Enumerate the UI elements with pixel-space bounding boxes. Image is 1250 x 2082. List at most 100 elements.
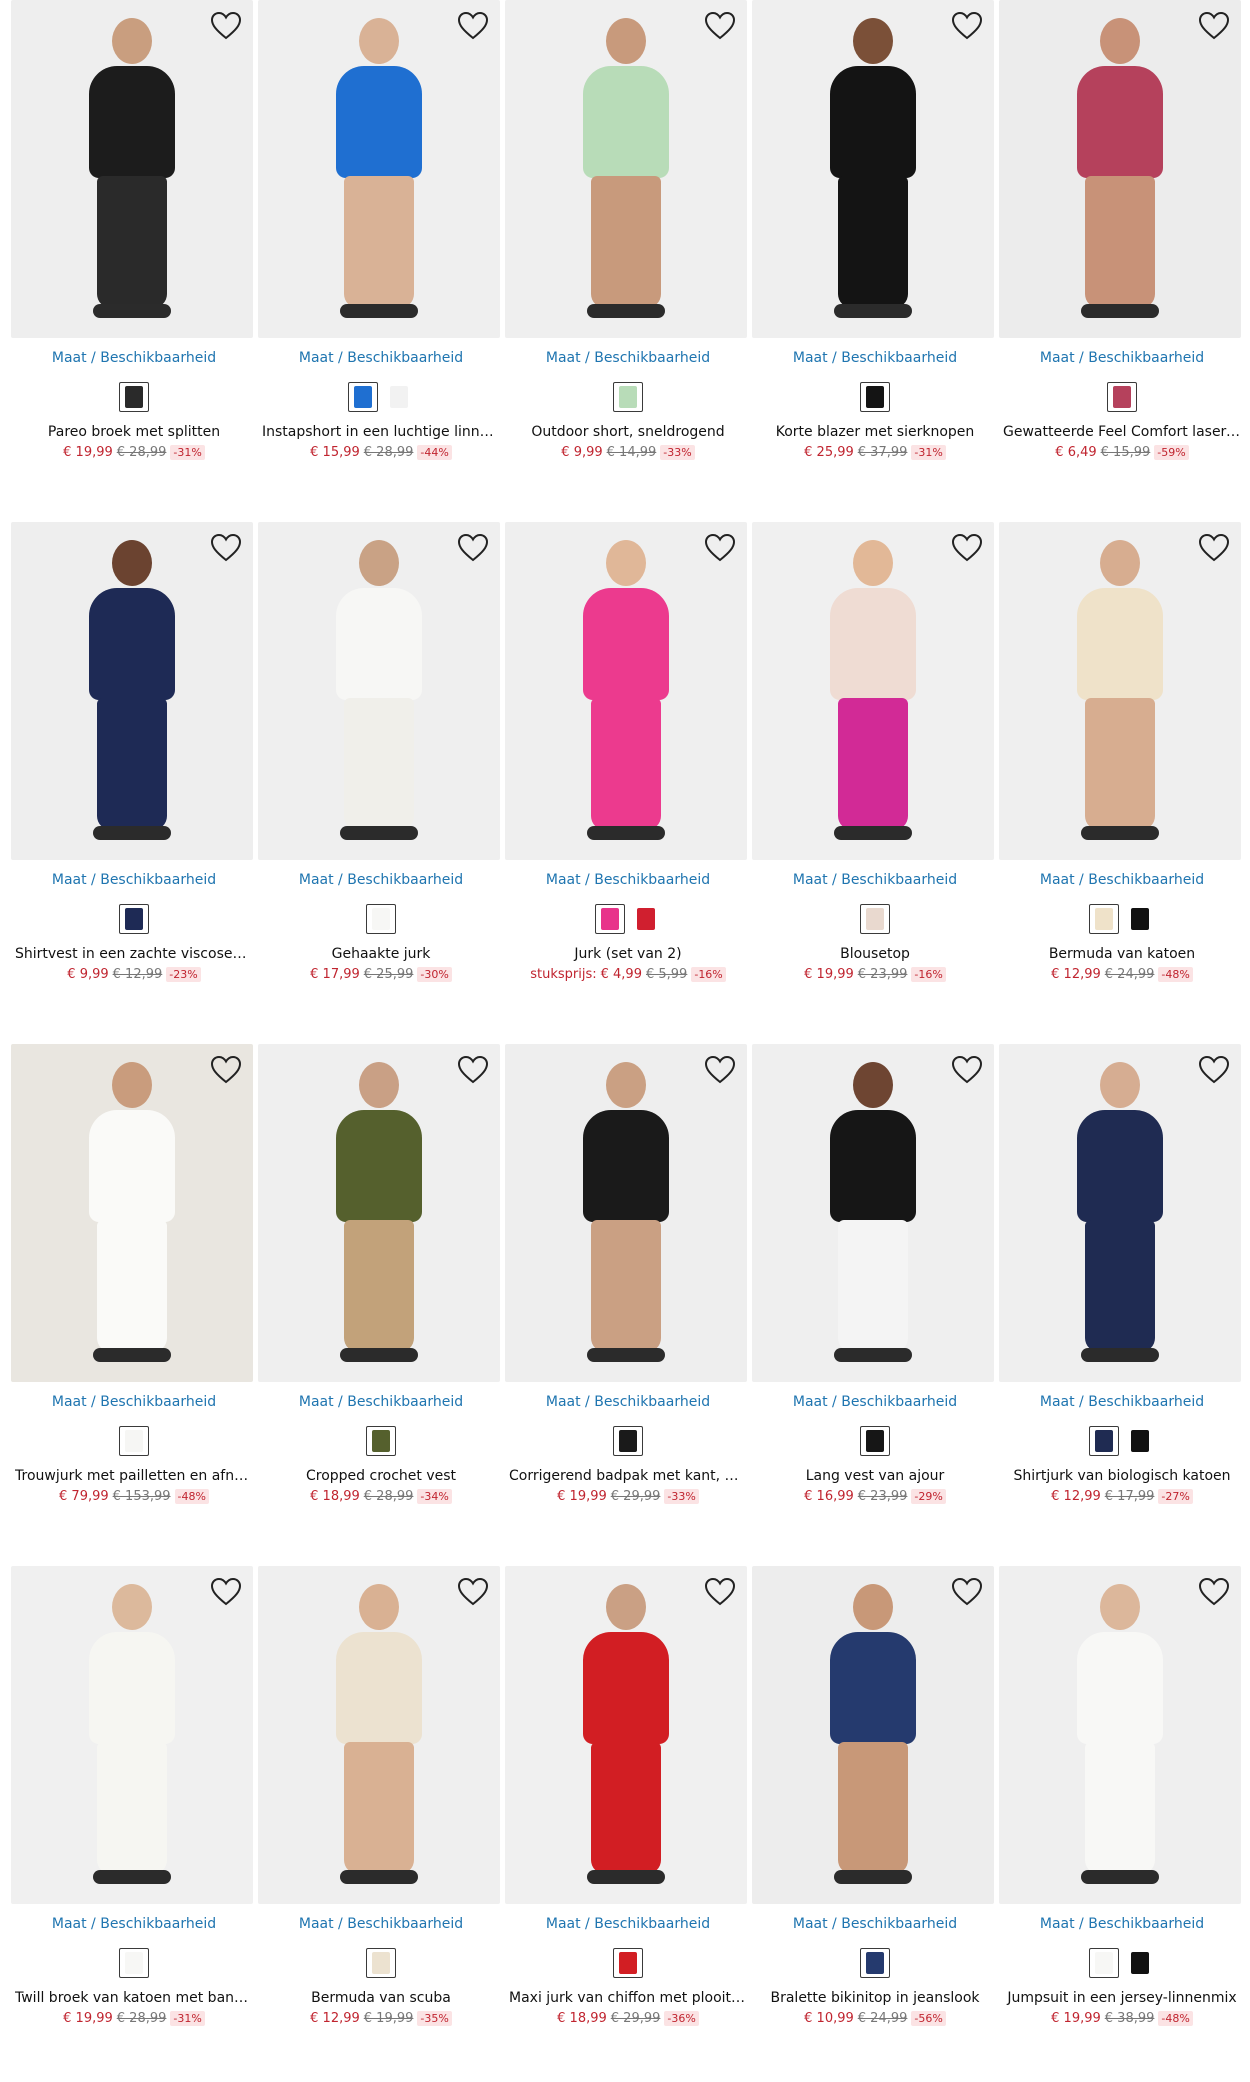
product-image[interactable]: [258, 0, 500, 338]
wishlist-button[interactable]: [950, 532, 984, 564]
product-title[interactable]: Shirtjurk van biologisch katoen: [1003, 1468, 1241, 1484]
wishlist-button[interactable]: [456, 1576, 490, 1608]
product-card[interactable]: Maat / Beschikbaarheid Bermuda van scuba…: [258, 1566, 504, 2036]
product-card[interactable]: Maat / Beschikbaarheid Shirtjurk van bio…: [999, 1044, 1245, 1514]
product-card[interactable]: Maat / Beschikbaarheid Jumpsuit in een j…: [999, 1566, 1245, 2036]
product-title[interactable]: Corrigerend badpak met kant, medium shap…: [509, 1468, 747, 1484]
product-title[interactable]: Bermuda van scuba: [262, 1990, 500, 2006]
product-card[interactable]: Maat / Beschikbaarheid Shirtvest in een …: [11, 522, 257, 992]
product-image[interactable]: [752, 522, 994, 860]
size-availability-link[interactable]: Maat / Beschikbaarheid: [999, 1394, 1245, 1410]
color-swatch[interactable]: [1125, 1426, 1155, 1456]
size-availability-link[interactable]: Maat / Beschikbaarheid: [505, 350, 751, 366]
size-availability-link[interactable]: Maat / Beschikbaarheid: [999, 872, 1245, 888]
product-image[interactable]: [999, 1044, 1241, 1382]
product-title[interactable]: Bralette bikinitop in jeanslook: [756, 1990, 994, 2006]
color-swatch[interactable]: [1089, 904, 1119, 934]
size-availability-link[interactable]: Maat / Beschikbaarheid: [258, 872, 504, 888]
size-availability-link[interactable]: Maat / Beschikbaarheid: [505, 1916, 751, 1932]
size-availability-link[interactable]: Maat / Beschikbaarheid: [11, 872, 257, 888]
color-swatch[interactable]: [1107, 382, 1137, 412]
product-card[interactable]: Maat / Beschikbaarheid Lang vest van ajo…: [752, 1044, 998, 1514]
color-swatch[interactable]: [595, 904, 625, 934]
product-image[interactable]: [505, 522, 747, 860]
product-card[interactable]: Maat / Beschikbaarheid Maxi jurk van chi…: [505, 1566, 751, 2036]
product-card[interactable]: Maat / Beschikbaarheid Corrigerend badpa…: [505, 1044, 751, 1514]
product-card[interactable]: Maat / Beschikbaarheid Blousetop € 19,99…: [752, 522, 998, 992]
product-title[interactable]: Maxi jurk van chiffon met plooitjes: [509, 1990, 747, 2006]
wishlist-button[interactable]: [703, 10, 737, 42]
product-title[interactable]: Cropped crochet vest: [262, 1468, 500, 1484]
color-swatch[interactable]: [1125, 904, 1155, 934]
product-image[interactable]: [11, 1566, 253, 1904]
color-swatch[interactable]: [1089, 1948, 1119, 1978]
product-image[interactable]: [258, 522, 500, 860]
product-title[interactable]: Pareo broek met splitten: [15, 424, 253, 440]
product-card[interactable]: Maat / Beschikbaarheid Gehaakte jurk € 1…: [258, 522, 504, 992]
product-title[interactable]: Jumpsuit in een jersey-linnenmix: [1003, 1990, 1241, 2006]
product-image[interactable]: [505, 1044, 747, 1382]
wishlist-button[interactable]: [209, 532, 243, 564]
product-title[interactable]: Jurk (set van 2): [509, 946, 747, 962]
product-image[interactable]: [999, 1566, 1241, 1904]
product-card[interactable]: Maat / Beschikbaarheid Cropped crochet v…: [258, 1044, 504, 1514]
color-swatch[interactable]: [366, 904, 396, 934]
product-image[interactable]: [752, 0, 994, 338]
product-card[interactable]: Maat / Beschikbaarheid Korte blazer met …: [752, 0, 998, 470]
product-card[interactable]: Maat / Beschikbaarheid Instapshort in ee…: [258, 0, 504, 470]
size-availability-link[interactable]: Maat / Beschikbaarheid: [752, 1394, 998, 1410]
color-swatch[interactable]: [119, 1426, 149, 1456]
size-availability-link[interactable]: Maat / Beschikbaarheid: [11, 1394, 257, 1410]
color-swatch[interactable]: [384, 382, 414, 412]
color-swatch[interactable]: [348, 382, 378, 412]
wishlist-button[interactable]: [456, 10, 490, 42]
product-image[interactable]: [258, 1566, 500, 1904]
size-availability-link[interactable]: Maat / Beschikbaarheid: [505, 1394, 751, 1410]
color-swatch[interactable]: [366, 1948, 396, 1978]
wishlist-button[interactable]: [950, 1576, 984, 1608]
product-card[interactable]: Maat / Beschikbaarheid Pareo broek met s…: [11, 0, 257, 470]
color-swatch[interactable]: [631, 904, 661, 934]
wishlist-button[interactable]: [1197, 1054, 1231, 1086]
color-swatch[interactable]: [613, 382, 643, 412]
product-title[interactable]: Bermuda van katoen: [1003, 946, 1241, 962]
product-image[interactable]: [752, 1044, 994, 1382]
product-card[interactable]: Maat / Beschikbaarheid Bralette bikinito…: [752, 1566, 998, 2036]
wishlist-button[interactable]: [950, 10, 984, 42]
product-title[interactable]: Gewatteerde Feel Comfort lasercut beha: [1003, 424, 1241, 440]
product-image[interactable]: [505, 0, 747, 338]
product-image[interactable]: [11, 522, 253, 860]
product-title[interactable]: Trouwjurk met pailletten en afneembare r…: [15, 1468, 253, 1484]
size-availability-link[interactable]: Maat / Beschikbaarheid: [999, 350, 1245, 366]
color-swatch[interactable]: [613, 1426, 643, 1456]
color-swatch[interactable]: [860, 1426, 890, 1456]
color-swatch[interactable]: [613, 1948, 643, 1978]
wishlist-button[interactable]: [1197, 1576, 1231, 1608]
size-availability-link[interactable]: Maat / Beschikbaarheid: [11, 1916, 257, 1932]
product-card[interactable]: Maat / Beschikbaarheid Outdoor short, sn…: [505, 0, 751, 470]
size-availability-link[interactable]: Maat / Beschikbaarheid: [752, 350, 998, 366]
wishlist-button[interactable]: [950, 1054, 984, 1086]
product-image[interactable]: [11, 1044, 253, 1382]
product-image[interactable]: [11, 0, 253, 338]
size-availability-link[interactable]: Maat / Beschikbaarheid: [11, 350, 257, 366]
product-image[interactable]: [999, 0, 1241, 338]
product-card[interactable]: Maat / Beschikbaarheid Jurk (set van 2) …: [505, 522, 751, 992]
color-swatch[interactable]: [860, 1948, 890, 1978]
wishlist-button[interactable]: [703, 1576, 737, 1608]
color-swatch[interactable]: [1089, 1426, 1119, 1456]
product-title[interactable]: Twill broek van katoen met bandplooien: [15, 1990, 253, 2006]
product-title[interactable]: Shirtvest in een zachte viscosemix: [15, 946, 253, 962]
wishlist-button[interactable]: [209, 1576, 243, 1608]
product-title[interactable]: Gehaakte jurk: [262, 946, 500, 962]
size-availability-link[interactable]: Maat / Beschikbaarheid: [505, 872, 751, 888]
color-swatch[interactable]: [860, 904, 890, 934]
product-card[interactable]: Maat / Beschikbaarheid Trouwjurk met pai…: [11, 1044, 257, 1514]
color-swatch[interactable]: [366, 1426, 396, 1456]
wishlist-button[interactable]: [456, 532, 490, 564]
wishlist-button[interactable]: [703, 532, 737, 564]
wishlist-button[interactable]: [1197, 10, 1231, 42]
wishlist-button[interactable]: [703, 1054, 737, 1086]
product-title[interactable]: Instapshort in een luchtige linnenmix: [262, 424, 500, 440]
product-card[interactable]: Maat / Beschikbaarheid Twill broek van k…: [11, 1566, 257, 2036]
